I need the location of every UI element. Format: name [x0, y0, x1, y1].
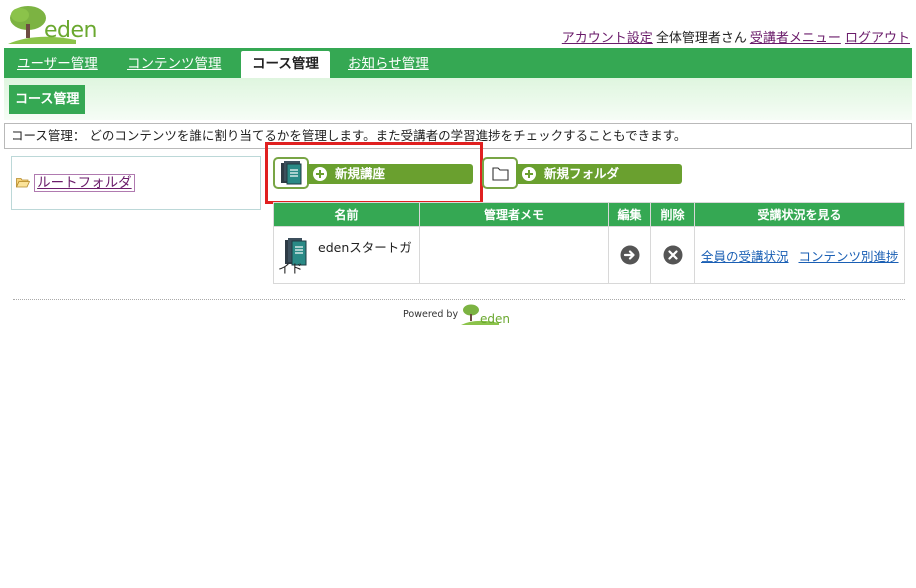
course-name-cell[interactable]: edenスタートガイド [273, 226, 420, 284]
col-status: 受講状況を見る [694, 202, 905, 227]
col-edit: 編集 [608, 202, 651, 227]
root-folder-link[interactable]: ルートフォルダ [34, 174, 135, 192]
subnav-course-management-button[interactable]: コース管理 [9, 85, 86, 114]
status-links-cell: 全員の受講状況 コンテンツ別進捗 [694, 226, 905, 284]
tab-notice-management[interactable]: お知らせ管理 [348, 48, 429, 78]
main-nav: ユーザー管理 コンテンツ管理 コース管理 お知らせ管理 [4, 48, 912, 78]
folder-icon [492, 167, 509, 181]
edit-arrow-icon[interactable] [620, 245, 640, 265]
delete-x-icon[interactable] [663, 245, 683, 265]
logo-text: eden [44, 18, 97, 43]
tab-user-management[interactable]: ユーザー管理 [17, 48, 98, 78]
open-folder-icon [16, 178, 30, 188]
table-row: edenスタートガイド 全員の受講状況 コンテンツ別進捗 [273, 226, 905, 284]
new-folder-label: 新規フォルダ [544, 166, 620, 181]
content-progress-link[interactable]: コンテンツ別進捗 [799, 249, 899, 264]
tab-content-management[interactable]: コンテンツ管理 [127, 48, 222, 78]
course-memo [419, 226, 609, 284]
delete-cell [650, 226, 695, 284]
col-memo: 管理者メモ [419, 202, 609, 227]
logout-link[interactable]: ログアウト [845, 31, 910, 46]
top-links: アカウント設定 全体管理者さん 受講者メニュー ログアウト [562, 27, 910, 46]
col-name: 名前 [273, 202, 420, 227]
new-course-label: 新規講座 [335, 166, 386, 181]
edit-cell [608, 226, 651, 284]
folder-tree: ルートフォルダ [11, 156, 261, 210]
course-name: edenスタートガイド [278, 240, 412, 276]
book-icon [281, 161, 302, 185]
footer-divider [13, 299, 905, 300]
new-folder-button[interactable]: 新規フォルダ [482, 157, 682, 189]
tab-course-management[interactable]: コース管理 [241, 51, 330, 78]
all-learners-status-link[interactable]: 全員の受講状況 [701, 249, 789, 264]
new-course-button[interactable]: 新規講座 [273, 157, 473, 189]
sub-nav: コース管理 [4, 78, 912, 120]
footer-logo-text: eden [480, 312, 510, 326]
plus-icon [522, 167, 536, 181]
account-settings-link[interactable]: アカウント設定 [562, 31, 653, 46]
powered-by-text: Powered by [403, 309, 459, 320]
table-header-row: 名前 管理者メモ 編集 削除 受講状況を見る [273, 202, 905, 227]
user-name: 全体管理者さん [655, 31, 747, 46]
learner-menu-link[interactable]: 受講者メニュー [750, 31, 841, 46]
course-table: 名前 管理者メモ 編集 削除 受講状況を見る edenスタートガイド 全員の受講… [273, 202, 905, 284]
tree-root-item[interactable]: ルートフォルダ [16, 171, 135, 192]
col-delete: 削除 [650, 202, 695, 227]
plus-icon [313, 167, 327, 181]
